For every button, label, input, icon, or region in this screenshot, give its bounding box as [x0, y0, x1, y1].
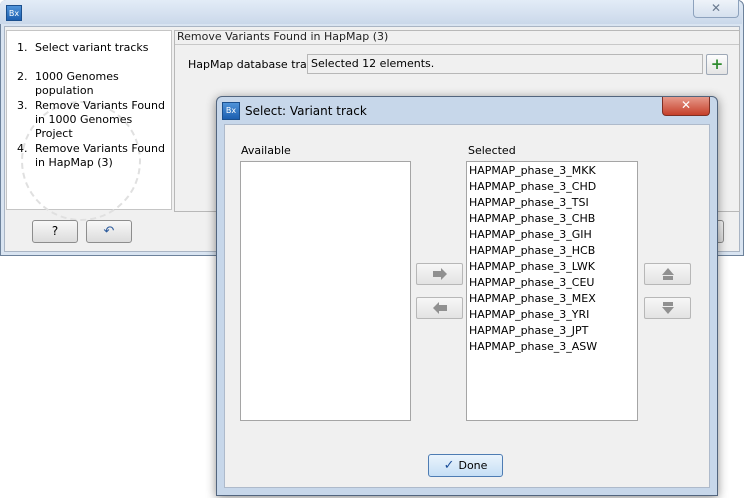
dialog-title: Select: Variant track [245, 104, 367, 118]
move-left-button[interactable] [416, 297, 463, 319]
step-label: 1000 Genomes population [35, 70, 119, 97]
list-item[interactable]: HAPMAP_phase_3_JPT [469, 323, 637, 339]
wizard-close-button[interactable]: ✕ [693, 0, 739, 18]
selected-label: Selected [468, 144, 516, 157]
list-item[interactable]: HAPMAP_phase_3_CHD [469, 179, 637, 195]
step-label: Remove Variants Found in HapMap (3) [35, 142, 165, 169]
move-down-button[interactable] [644, 297, 691, 319]
step-label: Remove Variants Found in 1000 Genomes Pr… [35, 99, 165, 140]
list-item[interactable]: HAPMAP_phase_3_CEU [469, 275, 637, 291]
dialog-titlebar[interactable]: Bx Select: Variant track [222, 102, 367, 120]
app-icon: Bx [222, 102, 240, 120]
list-item[interactable]: HAPMAP_phase_3_HCB [469, 243, 637, 259]
step-number: 1. [17, 41, 28, 54]
list-item[interactable]: HAPMAP_phase_3_YRI [469, 307, 637, 323]
step-number: 4. [17, 142, 28, 155]
arrow-right-icon [432, 268, 447, 280]
available-list[interactable] [240, 161, 411, 421]
step-number: 3. [17, 99, 28, 112]
list-item[interactable]: HAPMAP_phase_3_TSI [469, 195, 637, 211]
done-label: Done [458, 459, 488, 472]
hapmap-track-label: HapMap database track [188, 58, 320, 71]
done-button[interactable]: ✓ Done [428, 454, 503, 477]
arrow-left-icon [432, 302, 447, 314]
list-item[interactable]: HAPMAP_phase_3_CHB [469, 211, 637, 227]
available-label: Available [241, 144, 291, 157]
app-icon: Bx [6, 5, 22, 21]
add-track-button[interactable]: + [706, 54, 728, 75]
step-number: 2. [17, 70, 28, 83]
arrow-down-icon [661, 302, 674, 314]
panel-divider [175, 44, 739, 45]
dialog-close-button[interactable]: ✕ [662, 97, 710, 116]
move-up-button[interactable] [644, 263, 691, 285]
back-button[interactable]: ↶ [86, 220, 132, 243]
list-item[interactable]: HAPMAP_phase_3_LWK [469, 259, 637, 275]
checkmark-icon: ✓ [443, 458, 455, 473]
list-item[interactable]: HAPMAP_phase_3_MEX [469, 291, 637, 307]
move-right-button[interactable] [416, 263, 463, 285]
hapmap-track-field[interactable]: Selected 12 elements. [307, 54, 703, 74]
selected-list[interactable]: HAPMAP_phase_3_MKK HAPMAP_phase_3_CHD HA… [466, 161, 638, 421]
step-label: Select variant tracks [35, 41, 149, 54]
plus-icon: + [710, 55, 724, 73]
wizard-steps-list: 1. Select variant tracks 2. 1000 Genomes… [6, 30, 172, 221]
arrow-up-icon [661, 268, 674, 280]
list-item[interactable]: HAPMAP_phase_3_ASW [469, 339, 637, 355]
help-button[interactable]: ? [32, 220, 78, 243]
back-arrow-icon: ↶ [103, 224, 115, 239]
wizard-titlebar[interactable] [0, 0, 742, 24]
list-item[interactable]: HAPMAP_phase_3_GIH [469, 227, 637, 243]
list-item[interactable]: HAPMAP_phase_3_MKK [469, 163, 637, 179]
panel-title: Remove Variants Found in HapMap (3) [177, 30, 389, 43]
